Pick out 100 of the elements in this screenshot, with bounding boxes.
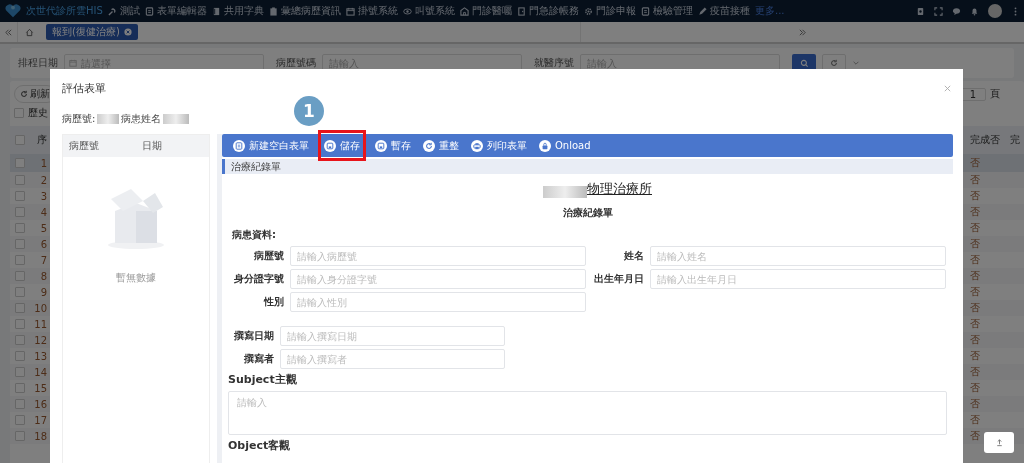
column-header: 日期 — [141, 139, 163, 153]
nav-menu-item[interactable]: 檢驗管理 — [641, 4, 693, 18]
table-cell: 否 — [970, 317, 981, 331]
redacted-block — [97, 114, 120, 124]
table-cell: 否 — [970, 173, 981, 187]
door-icon — [517, 6, 526, 16]
field-label: 撰寫日期 — [233, 329, 274, 343]
search-icon — [799, 58, 809, 68]
nav-menu-item[interactable]: 門診醫囑 — [460, 4, 512, 18]
refresh-icon — [830, 59, 838, 67]
back-to-top-button[interactable] — [984, 432, 1014, 453]
row-checkbox[interactable] — [15, 158, 25, 168]
table-cell-text: 5 — [39, 222, 47, 234]
table-cell-text: 1 — [39, 157, 47, 169]
dialog-title: 評估表單 — [62, 81, 106, 96]
close-icon[interactable] — [123, 28, 132, 36]
row-checkbox[interactable] — [15, 383, 25, 393]
table-cell-text: 9 — [39, 286, 47, 298]
document-icon — [235, 141, 243, 150]
caret-down-icon[interactable] — [852, 59, 860, 67]
section-heading: Object客觀 — [228, 438, 292, 453]
nav-menu-item[interactable]: 測試 — [108, 4, 140, 18]
field-label: 姓名 — [623, 249, 644, 263]
refresh-icon — [425, 141, 433, 150]
row-checkbox[interactable] — [15, 399, 25, 409]
column-header: 病歷號 — [68, 139, 100, 153]
bell-icon[interactable] — [970, 6, 979, 16]
more-menu-link[interactable]: 更多... — [755, 4, 785, 18]
table-cell: 否 — [970, 413, 981, 427]
nav-menu-item[interactable]: 共用字典 — [212, 4, 264, 18]
table-cell-text: 4 — [39, 206, 47, 218]
table-cell: 否 — [970, 301, 981, 315]
table-cell: 否 — [970, 349, 981, 363]
building-icon — [460, 6, 469, 16]
field-label: 性別 — [262, 295, 284, 309]
row-checkbox[interactable] — [15, 175, 25, 185]
chat-bubble-icon[interactable] — [952, 6, 961, 16]
table-cell-text: 6 — [39, 238, 47, 250]
wrench-icon — [108, 6, 117, 16]
row-checkbox[interactable] — [15, 207, 25, 217]
row-checkbox[interactable] — [15, 255, 25, 265]
select-all-checkbox[interactable] — [15, 135, 25, 145]
field-label: 病歷號 — [253, 249, 284, 263]
printer-icon — [473, 141, 481, 150]
row-checkbox[interactable] — [15, 319, 25, 329]
heart-logo-icon — [4, 4, 22, 18]
row-checkbox[interactable] — [15, 223, 25, 233]
row-checkbox[interactable] — [15, 431, 25, 441]
row-checkbox[interactable] — [15, 415, 25, 425]
fullscreen-icon[interactable] — [934, 6, 943, 16]
table-cell: 否 — [970, 205, 981, 219]
eye-icon — [403, 6, 412, 16]
table-cell: 否 — [970, 429, 981, 443]
close-button[interactable] — [943, 83, 953, 94]
nav-menu-item[interactable]: 掛號系統 — [346, 4, 398, 18]
nav-menu-item[interactable]: 門診申報 — [584, 4, 636, 18]
column-header: 序 — [36, 133, 47, 147]
table-cell-text: 10 — [33, 302, 47, 314]
table-cell-text: 14 — [33, 366, 47, 378]
gear-icon — [584, 6, 593, 16]
table-cell-text: 11 — [33, 318, 47, 330]
empty-state-text: 暫無數據 — [116, 271, 156, 285]
table-cell-text: 12 — [33, 334, 47, 346]
row-checkbox[interactable] — [15, 287, 25, 297]
user-avatar[interactable] — [988, 4, 1002, 18]
checkbox[interactable] — [14, 108, 24, 118]
row-checkbox[interactable] — [15, 335, 25, 345]
arrow-up-icon — [994, 438, 1004, 447]
field-label: 身分證字號 — [233, 272, 284, 286]
toolbar-button[interactable]: 重整 — [420, 134, 462, 157]
row-checkbox[interactable] — [15, 367, 25, 377]
row-checkbox[interactable] — [15, 351, 25, 361]
clinic-title: 物理治療所 — [587, 180, 652, 198]
toolbar-button[interactable]: Onload — [536, 134, 594, 157]
table-cell: 否 — [970, 156, 981, 170]
calendar-icon — [69, 59, 77, 67]
brand-name: 次世代診所雲HIS — [26, 4, 103, 18]
redacted-block — [163, 114, 190, 124]
row-checkbox[interactable] — [15, 271, 25, 281]
double-chevron-right-icon — [798, 27, 808, 37]
nav-menu-item[interactable]: 表單編輯器 — [145, 4, 207, 18]
page-tab[interactable]: 報到(復健治療) — [46, 24, 138, 40]
table-cell: 否 — [970, 253, 981, 267]
pencil-icon — [698, 6, 707, 16]
nav-menu-item[interactable]: 門急診帳務 — [517, 4, 579, 18]
nav-menu-item[interactable]: 叫號系統 — [403, 4, 455, 18]
document-icon[interactable] — [916, 6, 925, 16]
toolbar-button[interactable]: 列印表單 — [468, 134, 530, 157]
toolbar-button[interactable]: 新建空白表單 — [230, 134, 312, 157]
row-checkbox[interactable] — [15, 303, 25, 313]
table-cell-text: 18 — [33, 430, 47, 442]
nav-menu-item[interactable]: 疫苗接種 — [698, 4, 750, 18]
row-checkbox[interactable] — [15, 239, 25, 249]
table-cell: 否 — [970, 221, 981, 235]
toolbar-button[interactable]: 暫存 — [372, 134, 414, 157]
nav-menu-item[interactable]: 彙總病歷資訊 — [269, 4, 341, 18]
table-cell: 否 — [970, 237, 981, 251]
table-cell: 否 — [970, 285, 981, 299]
section-title: 治療紀錄單 — [231, 159, 281, 174]
row-checkbox[interactable] — [15, 191, 25, 201]
